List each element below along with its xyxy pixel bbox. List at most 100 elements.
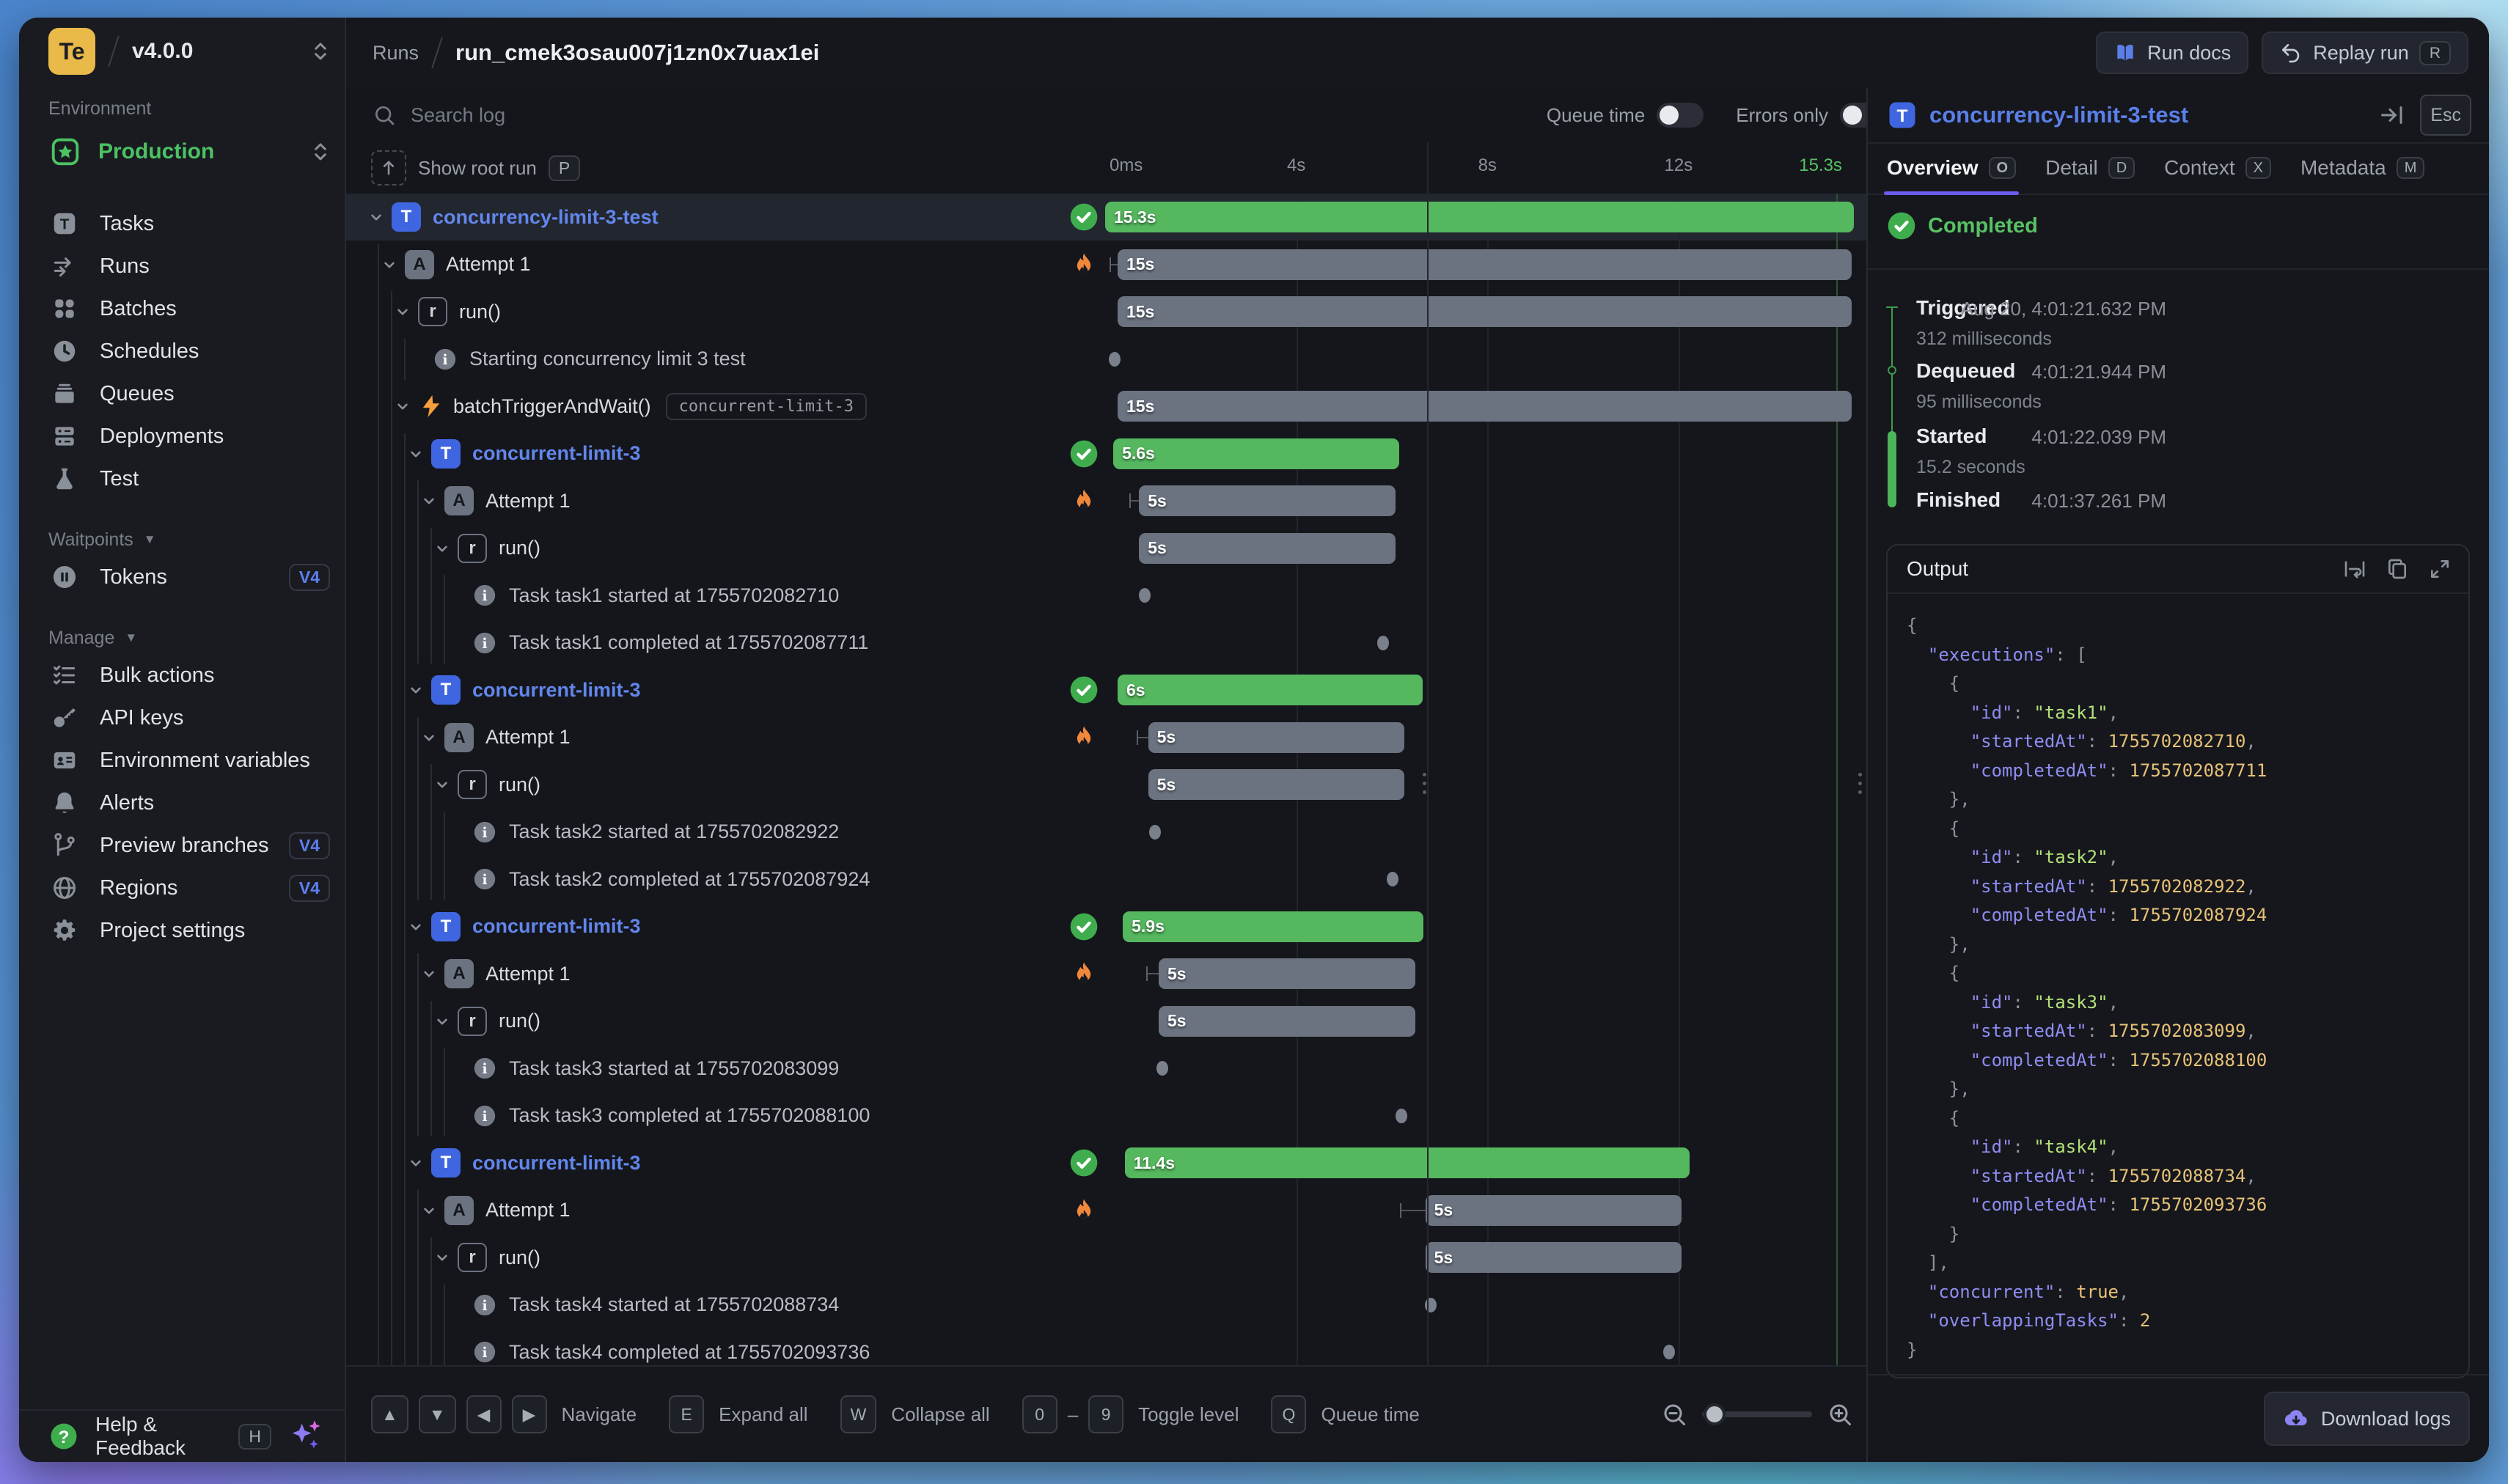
duration-bar[interactable]: 5s [1426, 1242, 1682, 1273]
trace-row-info[interactable]: iTask task2 started at 1755702082922 [346, 809, 1866, 856]
zoom-slider-knob[interactable] [1704, 1403, 1726, 1425]
duration-bar[interactable]: 15.3s [1105, 202, 1854, 232]
duration-bar[interactable]: 15s [1118, 296, 1852, 327]
sidebar-item-environment-variables[interactable]: Environment variables [26, 739, 337, 782]
duration-bar[interactable]: 5s [1426, 1195, 1682, 1226]
sidebar-item-bulk-actions[interactable]: Bulk actions [26, 654, 337, 697]
chevron-down-icon[interactable] [433, 775, 452, 794]
trace-row-attempt[interactable]: AAttempt 15s [346, 950, 1866, 998]
ai-sparkles-icon[interactable] [286, 1417, 324, 1455]
trace-row-info[interactable]: iTask task1 completed at 1755702087711 [346, 620, 1866, 667]
zoom-in-icon[interactable] [1827, 1401, 1853, 1428]
trace-row-batch[interactable]: batchTriggerAndWait()concurrent-limit-31… [346, 383, 1866, 430]
chevron-down-icon[interactable] [380, 255, 399, 274]
trace-row-info[interactable]: iTask task2 completed at 1755702087924 [346, 856, 1866, 903]
sidebar-item-alerts[interactable]: Alerts [26, 782, 337, 824]
trace-row-run[interactable]: rrun()5s [346, 761, 1866, 809]
kbd-key[interactable]: ▼ [419, 1395, 456, 1433]
splitter-handle[interactable] [1423, 773, 1426, 794]
trace-row-task[interactable]: Tconcurrent-limit-35.6s [346, 430, 1866, 478]
trace-row-run[interactable]: rrun()5s [346, 1234, 1866, 1282]
duration-bar[interactable]: 5s [1139, 485, 1396, 516]
chevron-down-icon[interactable] [406, 444, 425, 463]
sidebar-item-project-settings[interactable]: Project settings [26, 909, 337, 952]
duration-bar[interactable]: 5s [1148, 769, 1405, 800]
trace-row-task[interactable]: Tconcurrency-limit-3-test15.3s [346, 194, 1866, 241]
trace-row-attempt[interactable]: AAttempt 115s [346, 241, 1866, 289]
sidebar-item-preview-branches[interactable]: Preview branchesV4 [26, 824, 337, 867]
tab-context[interactable]: ContextX [2164, 142, 2271, 194]
trace-row-attempt[interactable]: AAttempt 15s [346, 477, 1866, 525]
duration-bar[interactable]: 5.6s [1113, 438, 1399, 469]
help-feedback[interactable]: ? Help & Feedback H [19, 1409, 345, 1462]
sidebar-item-queues[interactable]: Queues [26, 372, 337, 415]
kbd-key[interactable]: W [840, 1395, 877, 1433]
trace-row-info[interactable]: iTask task1 started at 1755702082710 [346, 572, 1866, 620]
run-docs-button[interactable]: Run docs [2096, 32, 2248, 74]
queue-time-toggle[interactable] [1657, 103, 1704, 128]
tab-overview[interactable]: OverviewO [1887, 142, 2016, 194]
chevron-down-icon[interactable] [406, 1153, 425, 1172]
tab-metadata[interactable]: MetadataM [2300, 142, 2424, 194]
duration-bar[interactable]: 5s [1159, 958, 1415, 989]
duration-bar[interactable]: 5s [1139, 533, 1396, 564]
trace-row-info[interactable]: iTask task3 completed at 1755702088100 [346, 1092, 1866, 1140]
trace-row-run[interactable]: rrun()5s [346, 998, 1866, 1046]
chevron-down-icon[interactable] [433, 1248, 452, 1267]
kbd-key[interactable]: ▶ [512, 1395, 547, 1433]
duration-bar[interactable]: 5s [1148, 722, 1405, 753]
download-logs-button[interactable]: Download logs [2264, 1392, 2470, 1446]
duration-bar[interactable]: 11.4s [1125, 1147, 1690, 1178]
chevron-down-icon[interactable] [433, 1012, 452, 1031]
chevron-down-icon[interactable] [419, 491, 439, 510]
trace-row-info[interactable]: iStarting concurrency limit 3 test [346, 336, 1866, 383]
sidebar-item-runs[interactable]: Runs [26, 245, 337, 287]
kbd-key[interactable]: Q [1271, 1395, 1306, 1433]
show-root-run-button[interactable]: Show root run P [371, 150, 580, 186]
org-switcher[interactable]: Te v4.0.0 [19, 18, 345, 85]
kbd-key[interactable]: 0 [1022, 1395, 1057, 1433]
zoom-slider[interactable] [1702, 1411, 1812, 1417]
chevron-down-icon[interactable] [419, 964, 439, 983]
trace-row-run[interactable]: rrun()15s [346, 288, 1866, 336]
sidebar-item-tasks[interactable]: TTasks [26, 202, 337, 245]
sidebar-item-regions[interactable]: RegionsV4 [26, 867, 337, 909]
sidebar-section-waitpoints[interactable]: Waitpoints▼ [26, 524, 337, 556]
replay-run-button[interactable]: Replay run R [2262, 32, 2468, 74]
chevron-down-icon[interactable] [367, 207, 386, 227]
trace-row-info[interactable]: iTask task4 started at 1755702088734 [346, 1282, 1866, 1329]
sidebar-item-batches[interactable]: Batches [26, 287, 337, 330]
duration-bar[interactable]: 5s [1159, 1006, 1415, 1037]
chevron-down-icon[interactable] [406, 917, 425, 936]
kbd-key[interactable]: ◀ [466, 1395, 502, 1433]
chevron-down-icon[interactable] [393, 302, 412, 321]
tree-timeline-splitter[interactable] [1427, 142, 1429, 1422]
output-json[interactable]: { "executions": [ { "id": "task1", "star… [1888, 594, 2468, 1378]
tab-detail[interactable]: DetailD [2045, 142, 2135, 194]
trace-row-attempt[interactable]: AAttempt 15s [346, 1187, 1866, 1235]
kbd-key[interactable]: 9 [1088, 1395, 1123, 1433]
duration-bar[interactable]: 6s [1118, 675, 1423, 705]
trace-row-attempt[interactable]: AAttempt 15s [346, 714, 1866, 762]
collapse-panel-icon[interactable] [2377, 102, 2407, 128]
trace-row-task[interactable]: Tconcurrent-limit-36s [346, 666, 1866, 714]
breadcrumb[interactable]: Runs [373, 42, 419, 65]
chevron-down-icon[interactable] [406, 680, 425, 699]
zoom-out-icon[interactable] [1661, 1401, 1687, 1428]
sidebar-item-tokens[interactable]: TokensV4 [26, 556, 337, 598]
trace-row-info[interactable]: iTask task3 started at 1755702083099 [346, 1045, 1866, 1092]
chevron-down-icon[interactable] [433, 539, 452, 558]
duration-bar[interactable]: 5.9s [1123, 911, 1423, 942]
chevron-down-icon[interactable] [393, 397, 412, 416]
duration-bar[interactable]: 15s [1118, 391, 1852, 422]
wrap-text-icon[interactable] [2342, 557, 2367, 581]
trace-row-task[interactable]: Tconcurrent-limit-311.4s [346, 1139, 1866, 1187]
chevron-down-icon[interactable] [419, 1201, 439, 1220]
sidebar-section-manage[interactable]: Manage▼ [26, 622, 337, 654]
sidebar-item-deployments[interactable]: Deployments [26, 415, 337, 458]
copy-icon[interactable] [2385, 557, 2410, 581]
sidebar-item-api-keys[interactable]: API keys [26, 697, 337, 739]
esc-kbd[interactable]: Esc [2420, 95, 2471, 136]
sidebar-item-test[interactable]: Test [26, 458, 337, 500]
panel-splitter-handle[interactable] [1858, 773, 1862, 794]
